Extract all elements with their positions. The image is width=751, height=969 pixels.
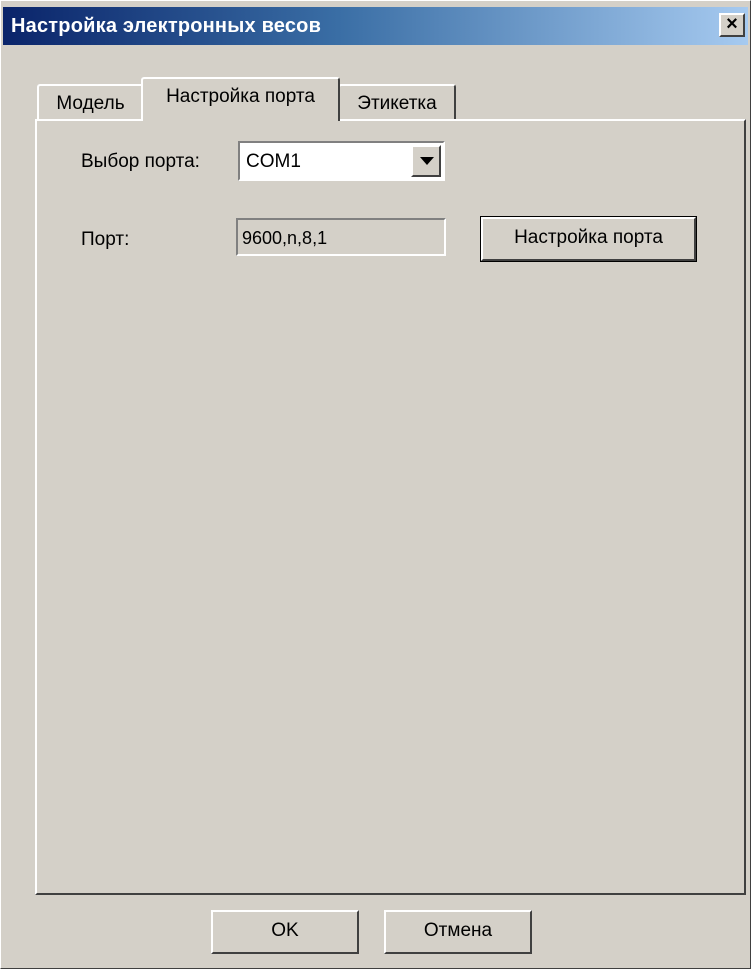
window-title: Настройка электронных весов	[11, 15, 322, 37]
title-bar[interactable]: Настройка электронных весов ×	[3, 7, 748, 45]
close-icon: ×	[726, 13, 738, 35]
cancel-button[interactable]: Отмена	[384, 910, 532, 954]
tab-label[interactable]: Этикетка	[338, 84, 456, 120]
port-select-value: COM1	[246, 151, 301, 172]
ok-button[interactable]: OK	[211, 910, 359, 954]
port-select-combobox[interactable]: COM1	[238, 141, 445, 181]
port-select-label: Выбор порта:	[81, 151, 200, 172]
tab-model[interactable]: Модель	[37, 84, 144, 120]
port-params-value: 9600,n,8,1	[242, 228, 328, 248]
tab-port-settings-label: Настройка порта	[166, 86, 315, 107]
port-label: Порт:	[81, 229, 130, 250]
tab-label-label: Этикетка	[357, 93, 437, 114]
close-button[interactable]: ×	[719, 13, 745, 37]
port-params-field: 9600,n,8,1	[236, 218, 446, 256]
scale-settings-dialog: Настройка электронных весов × Модель Нас…	[0, 0, 751, 969]
tab-model-label: Модель	[56, 93, 125, 114]
chevron-down-icon[interactable]	[411, 145, 441, 177]
tab-port-settings[interactable]: Настройка порта	[141, 77, 340, 121]
port-settings-button[interactable]: Настройка порта	[480, 216, 697, 262]
